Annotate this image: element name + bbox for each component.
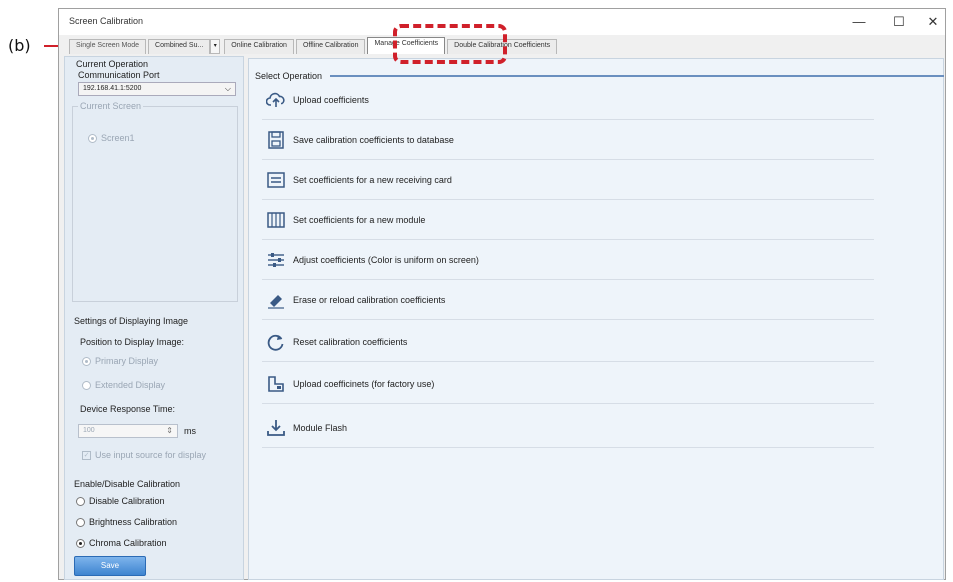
current-screen-label: Current Screen (78, 101, 144, 111)
screen-item[interactable]: Screen1 (88, 133, 135, 144)
brightness-calibration-option[interactable]: Brightness Calibration (76, 517, 178, 528)
window-title: Screen Calibration (69, 16, 144, 26)
display-settings-title: Settings of Displaying Image (74, 316, 189, 326)
reset-icon (267, 334, 284, 351)
close-button[interactable]: ✕ (919, 12, 947, 32)
sliders-icon (268, 253, 284, 267)
operation-erase-reload[interactable]: Erase or reload calibration coefficients (262, 280, 874, 320)
select-operation-divider (330, 75, 944, 77)
save-button[interactable]: Save (74, 556, 146, 576)
operation-new-receiving-card[interactable]: Set coefficients for a new receiving car… (262, 160, 874, 200)
title-bar: Screen Calibration — ☐ ✕ (59, 9, 945, 35)
screen-radio (88, 134, 97, 144)
operation-label: Erase or reload calibration coefficients (293, 295, 446, 305)
response-time-spinner[interactable]: 100 ⇕ (78, 424, 178, 438)
tab-manage-coefficients[interactable]: Manage Coefficients (367, 37, 446, 54)
primary-display-option[interactable]: Primary Display (82, 356, 159, 367)
operation-label: Upload coefficinets (for factory use) (293, 379, 435, 389)
operation-new-module[interactable]: Set coefficients for a new module (262, 200, 874, 240)
tab-double-calibration-coefficients[interactable]: Double Calibration Coefficients (447, 39, 558, 54)
operation-save-to-database[interactable]: Save calibration coefficients to databas… (262, 120, 874, 160)
operation-label: Upload coefficients (293, 95, 369, 105)
communication-port-label: Communication Port (78, 70, 160, 80)
brightness-calibration-label: Brightness Calibration (89, 517, 178, 527)
operation-reset-coefficients[interactable]: Reset calibration coefficients (262, 322, 874, 362)
tab-combined-label: Combined Su... (148, 39, 211, 54)
primary-display-label: Primary Display (95, 356, 159, 366)
eraser-icon (268, 295, 284, 309)
extended-display-option[interactable]: Extended Display (82, 380, 166, 391)
chroma-calibration-option[interactable]: Chroma Calibration (76, 538, 167, 549)
cloud-upload-icon (266, 92, 285, 107)
tab-single-screen-mode[interactable]: Single Screen Mode (69, 39, 147, 54)
tab-combined-screen[interactable]: Combined Su... ▾ (148, 39, 221, 54)
response-time-unit: ms (184, 426, 196, 436)
brightness-calibration-radio (76, 518, 85, 528)
chroma-calibration-radio (76, 539, 85, 549)
disable-calibration-option[interactable]: Disable Calibration (76, 496, 165, 507)
operation-label: Module Flash (293, 423, 348, 433)
operation-upload-coefficients[interactable]: Upload coefficients (262, 80, 874, 120)
position-label: Position to Display Image: (80, 337, 185, 347)
response-time-label: Device Response Time: (80, 404, 176, 414)
factory-upload-icon (268, 376, 284, 392)
use-input-source-checkbox: ✓ (82, 451, 91, 461)
extended-display-label: Extended Display (95, 380, 166, 390)
communication-port-select[interactable]: 192.168.41.1:5200 ⌵ (78, 82, 236, 96)
minimize-button[interactable]: — (845, 12, 873, 32)
operation-factory-upload[interactable]: Upload coefficinets (for factory use) (262, 364, 874, 404)
module-icon (267, 212, 285, 228)
download-icon (267, 420, 285, 436)
spinner-arrows-icon[interactable]: ⇕ (166, 425, 173, 437)
tab-offline-calibration[interactable]: Offline Calibration (295, 39, 366, 54)
save-icon (268, 131, 284, 149)
operation-label: Save calibration coefficients to databas… (293, 135, 454, 145)
operation-adjust-coefficients[interactable]: Adjust coefficients (Color is uniform on… (262, 240, 874, 280)
operation-label: Reset calibration coefficients (293, 337, 408, 347)
response-time-value: 100 (83, 427, 95, 434)
operation-label: Set coefficients for a new receiving car… (293, 175, 452, 185)
use-input-source-label: Use input source for display (95, 450, 207, 460)
primary-display-radio (82, 357, 91, 367)
screen-item-label: Screen1 (101, 133, 135, 143)
maximize-button[interactable]: ☐ (885, 12, 913, 32)
chevron-down-icon: ⌵ (224, 84, 231, 93)
tab-bar: Single Screen Mode Combined Su... ▾ Onli… (69, 37, 559, 54)
enable-calibration-title: Enable/Disable Calibration (74, 479, 181, 489)
operation-label: Adjust coefficients (Color is uniform on… (293, 255, 479, 265)
chevron-down-icon[interactable]: ▾ (210, 39, 221, 54)
operation-label: Set coefficients for a new module (293, 215, 426, 225)
communication-port-value: 192.168.41.1:5200 (83, 85, 142, 92)
disable-calibration-radio (76, 497, 85, 507)
use-input-source-option[interactable]: ✓ Use input source for display (82, 450, 207, 461)
current-operation-title: Current Operation (76, 59, 149, 69)
operation-module-flash[interactable]: Module Flash (262, 408, 874, 448)
disable-calibration-label: Disable Calibration (89, 496, 165, 506)
receiving-card-icon (267, 172, 285, 188)
extended-display-radio (82, 381, 91, 391)
chroma-calibration-label: Chroma Calibration (89, 538, 167, 548)
annotation-label: (b) (8, 36, 31, 55)
tab-online-calibration[interactable]: Online Calibration (224, 39, 294, 54)
